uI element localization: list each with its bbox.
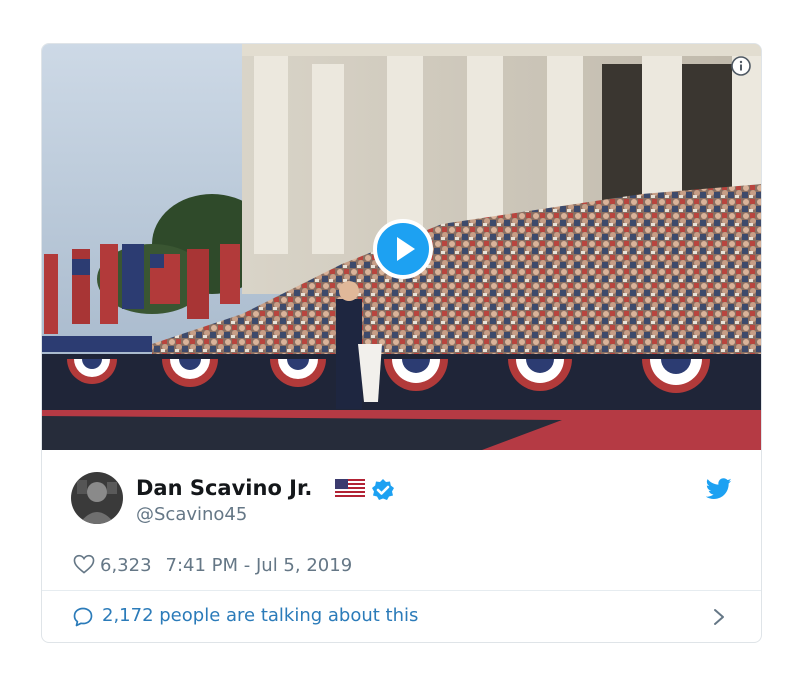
author-name[interactable]: Dan Scavino Jr. <box>136 476 312 500</box>
tweet-timestamp[interactable]: 7:41 PM - Jul 5, 2019 <box>166 555 353 576</box>
heart-icon[interactable] <box>73 554 95 574</box>
tweet-card[interactable]: Dan Scavino Jr. @Scavino45 6,323 7:41 PM … <box>41 43 762 643</box>
tweet-author: Dan Scavino Jr. @Scavino45 6,323 7:41 PM … <box>42 450 761 590</box>
author-handle[interactable]: @Scavino45 <box>136 504 247 525</box>
info-icon[interactable] <box>731 56 751 76</box>
like-count[interactable]: 6,323 <box>100 555 152 576</box>
talking-about-text[interactable]: 2,172 people are talking about this <box>102 605 418 626</box>
tweet-meta: 6,323 7:41 PM - Jul 5, 2019 <box>73 554 352 576</box>
avatar[interactable] <box>71 472 123 524</box>
play-button[interactable] <box>373 219 433 279</box>
talking-about-link[interactable]: 2,172 people are talking about this <box>42 591 761 642</box>
comment-bubble-icon <box>73 607 93 627</box>
tweet-video[interactable] <box>42 44 761 450</box>
verified-badge-icon <box>372 479 394 500</box>
twitter-bird-icon[interactable] <box>706 478 732 500</box>
chevron-right-icon[interactable] <box>712 607 726 627</box>
us-flag-icon <box>335 479 365 499</box>
